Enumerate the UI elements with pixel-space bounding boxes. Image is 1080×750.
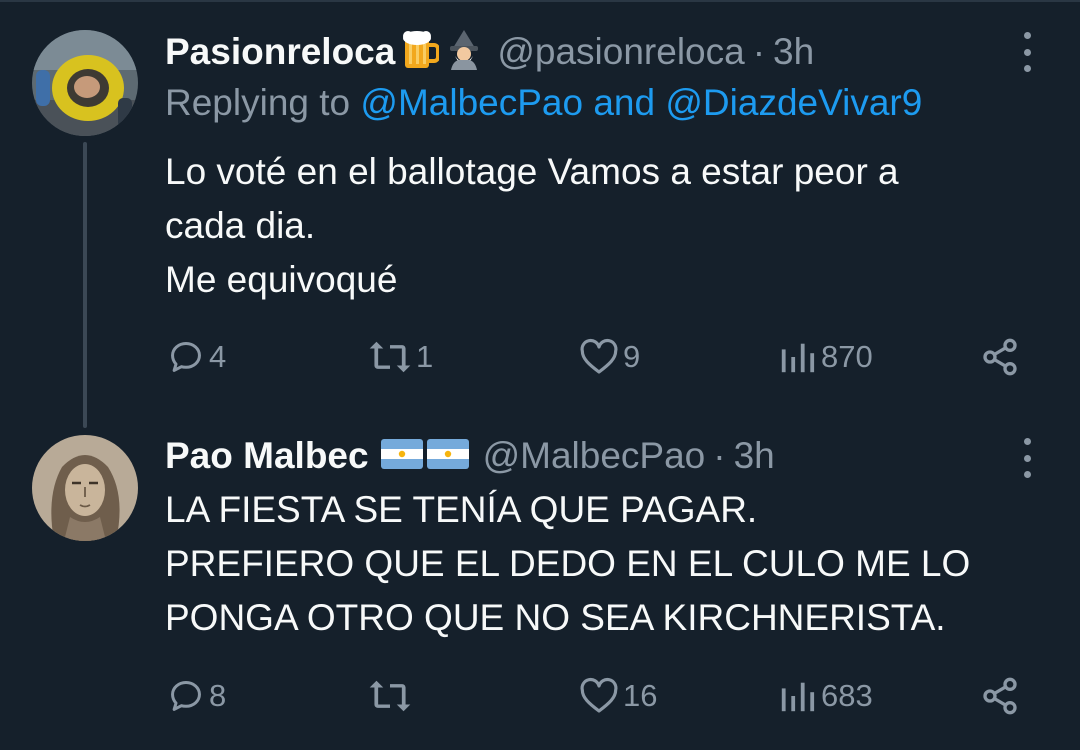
replying-to-prefix: Replying to (165, 82, 361, 123)
separator-dot: · (713, 435, 726, 476)
argentina-flag-emoji (380, 438, 423, 474)
views-chart-icon (781, 343, 815, 373)
more-options-icon[interactable] (1017, 438, 1037, 478)
reply-count: 4 (209, 339, 227, 374)
separator-dot: · (752, 31, 766, 72)
tweet-text-line: Me equivoqué (165, 259, 398, 300)
like-button[interactable]: 9 (579, 335, 640, 379)
tweet-text-line: Lo voté en el ballotage Vamos a estar pe… (165, 151, 899, 192)
retweet-icon (369, 680, 411, 712)
timestamp[interactable]: 3h (734, 435, 775, 477)
tweet-text: Lo voté en el ballotage Vamos a estar pe… (165, 145, 1045, 307)
tweet-text-line: PREFIERO QUE EL DEDO EN EL CULO ME LO (165, 543, 971, 584)
share-icon (983, 338, 1017, 376)
reply-count: 8 (209, 678, 227, 713)
timestamp[interactable]: 3h (773, 31, 814, 73)
like-count: 9 (623, 339, 641, 374)
action-bar: 8 16 683 (165, 674, 1035, 718)
share-icon (983, 677, 1017, 715)
tweet-header: Pasionreloca @pasionreloca · 3h (165, 28, 814, 76)
tweet-text-line: cada dia. (165, 205, 316, 246)
tweet-text-line: LA FIESTA SE TENÍA QUE PAGAR. (165, 489, 758, 530)
heart-icon (580, 338, 618, 374)
handle[interactable]: @MalbecPao (483, 435, 706, 477)
action-bar: 4 1 9 870 (165, 335, 1035, 379)
mention-link[interactable]: @MalbecPao (360, 82, 583, 123)
replying-to-and[interactable]: and (583, 82, 665, 123)
like-button[interactable]: 16 (579, 674, 657, 718)
display-name[interactable]: Pao Malbec (165, 435, 369, 477)
like-count: 16 (623, 678, 658, 713)
reply-icon (171, 681, 201, 711)
reply-button[interactable]: 8 (167, 674, 226, 718)
mention-link[interactable]: @DiazdeVivar9 (665, 82, 922, 123)
view-count: 683 (821, 678, 873, 713)
handle[interactable]: @pasionreloca (497, 31, 744, 73)
retweet-icon (369, 341, 411, 373)
reply-icon (171, 342, 201, 372)
views-button[interactable]: 683 (777, 674, 873, 718)
avatar[interactable] (32, 435, 138, 541)
beer-mug-emoji (401, 30, 441, 75)
replying-to: Replying to @MalbecPao and @DiazdeVivar9 (165, 82, 922, 124)
share-button[interactable] (980, 335, 1020, 379)
retweet-button[interactable]: 1 (368, 335, 433, 379)
argentina-flag-emoji (426, 438, 469, 474)
thread-line (83, 142, 87, 428)
tweet-1[interactable]: Pasionreloca @pasionreloca · 3h Replying… (0, 0, 1080, 428)
share-button[interactable] (980, 674, 1020, 718)
display-name[interactable]: Pasionreloca (165, 31, 395, 73)
avatar[interactable] (32, 30, 138, 136)
views-button[interactable]: 870 (777, 335, 873, 379)
tweet-text-line: PONGA OTRO QUE NO SEA KIRCHNERISTA. (165, 597, 946, 638)
retweet-count: 1 (416, 339, 434, 374)
tweet-2[interactable]: Pao Malbec @MalbecPao · 3h LA FIESTA SE … (0, 420, 1080, 750)
view-count: 870 (821, 339, 873, 374)
retweet-button[interactable] (368, 674, 416, 718)
reply-button[interactable]: 4 (167, 335, 226, 379)
tweet-header: Pao Malbec @MalbecPao · 3h (165, 432, 775, 480)
heart-icon (580, 677, 618, 713)
views-chart-icon (781, 682, 815, 712)
tweet-text: LA FIESTA SE TENÍA QUE PAGAR. PREFIERO Q… (165, 483, 1045, 645)
more-options-icon[interactable] (1017, 32, 1037, 72)
mage-emoji (445, 29, 483, 75)
